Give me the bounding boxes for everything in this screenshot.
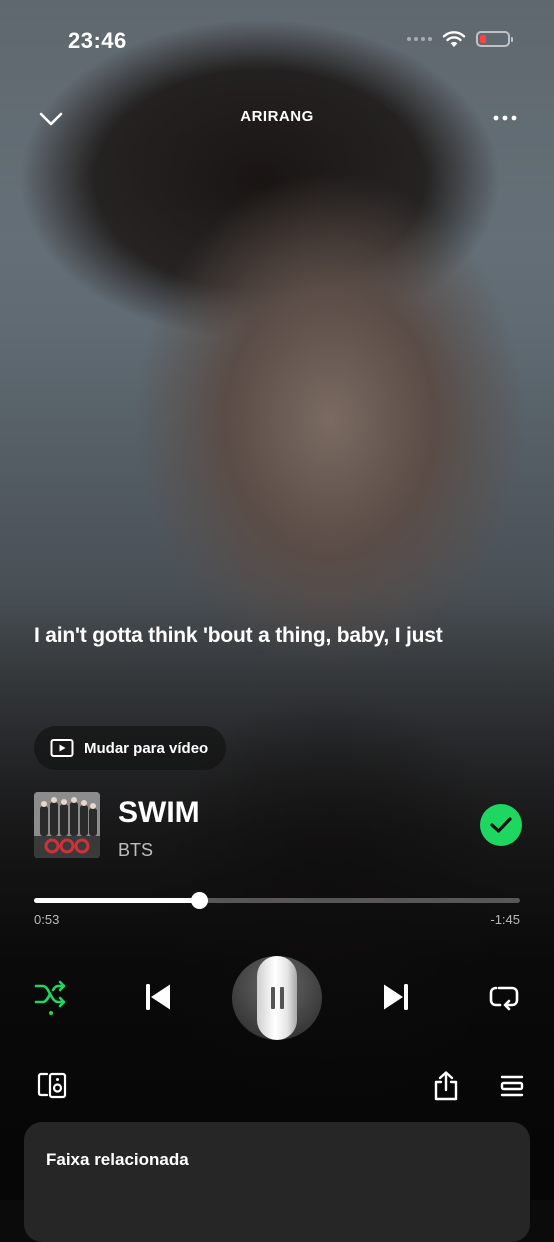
progress-bar[interactable] [34,892,520,909]
related-track-panel[interactable]: Faixa relacionada [24,1122,530,1242]
share-icon [434,1071,458,1101]
elapsed-time: 0:53 [34,912,60,927]
track-title[interactable]: SWIM [118,796,200,830]
pause-icon [257,956,297,1040]
status-icons [407,30,513,48]
remaining-time: -1:45 [490,912,520,927]
connect-device-icon [37,1072,67,1099]
next-button[interactable] [371,972,421,1022]
progress-fill [34,898,200,903]
album-title[interactable]: ARIRANG [0,108,554,125]
previous-button[interactable] [133,972,183,1022]
next-icon [384,984,408,1010]
related-track-title: Faixa relacionada [46,1150,189,1169]
lyric-line[interactable]: I ain't gotta think 'bout a thing, baby,… [34,624,443,648]
check-icon [490,817,512,833]
connect-device-button[interactable] [34,1068,70,1104]
shuffle-button[interactable] [26,972,76,1022]
share-button[interactable] [428,1068,464,1104]
battery-level [480,35,486,43]
queue-button[interactable] [494,1068,530,1104]
previous-icon [146,984,170,1010]
album-cover-art [34,792,100,858]
album-cover[interactable] [34,792,100,858]
pause-button[interactable] [232,956,322,1040]
shuffle-icon [34,980,66,1015]
video-play-icon [50,739,74,757]
status-time: 23:46 [68,28,127,53]
switch-to-video-label: Mudar para vídeo [84,739,209,757]
more-options-icon[interactable] [490,106,520,130]
queue-icon [500,1075,524,1097]
wifi-icon [442,31,466,47]
track-artist[interactable]: BTS [118,840,153,861]
repeat-button[interactable] [479,972,529,1022]
battery-icon [476,31,513,47]
liked-check-button[interactable] [480,804,522,846]
cellular-signal-icon [407,37,432,41]
switch-to-video-button[interactable]: Mudar para vídeo [34,726,227,770]
repeat-icon [489,986,519,1011]
